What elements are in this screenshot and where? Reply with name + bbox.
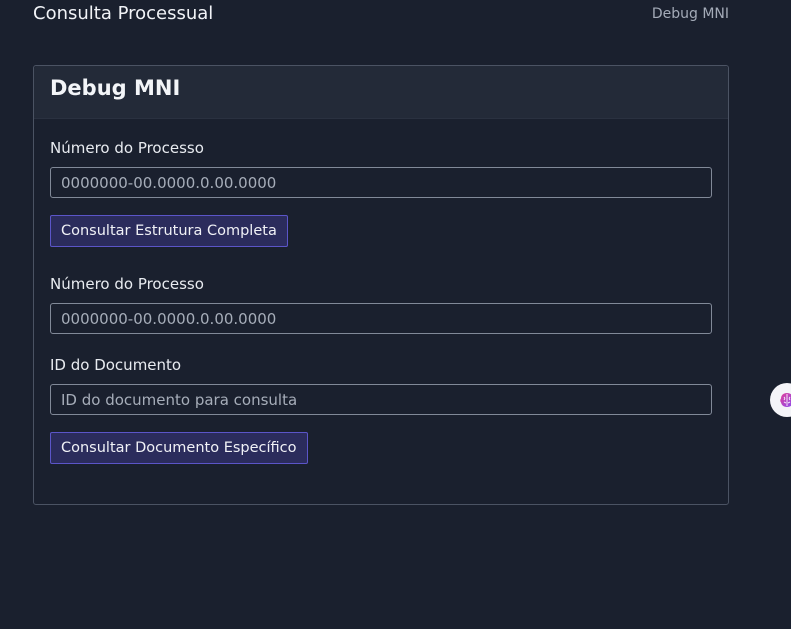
consult-document-button[interactable]: Consultar Documento Específico [50,432,308,464]
nav-link-debug-mni[interactable]: Debug MNI [652,6,729,22]
debug-card: Debug MNI Número do Processo Consultar E… [33,65,729,505]
app-title: Consulta Processual [33,3,214,24]
process-number-label: Número do Processo [50,139,204,157]
assistant-brain-icon [780,393,791,407]
document-id-label: ID do Documento [50,356,182,374]
consult-structure-button[interactable]: Consultar Estrutura Completa [50,215,288,247]
document-process-number-input[interactable] [50,303,712,334]
document-process-number-label: Número do Processo [50,275,204,293]
top-bar: Consulta Processual Debug MNI [0,0,791,30]
assistant-widget-button[interactable] [770,383,791,417]
process-number-input[interactable] [50,167,712,198]
document-id-input[interactable] [50,384,712,415]
card-header: Debug MNI [34,66,728,119]
card-title: Debug MNI [50,76,181,100]
